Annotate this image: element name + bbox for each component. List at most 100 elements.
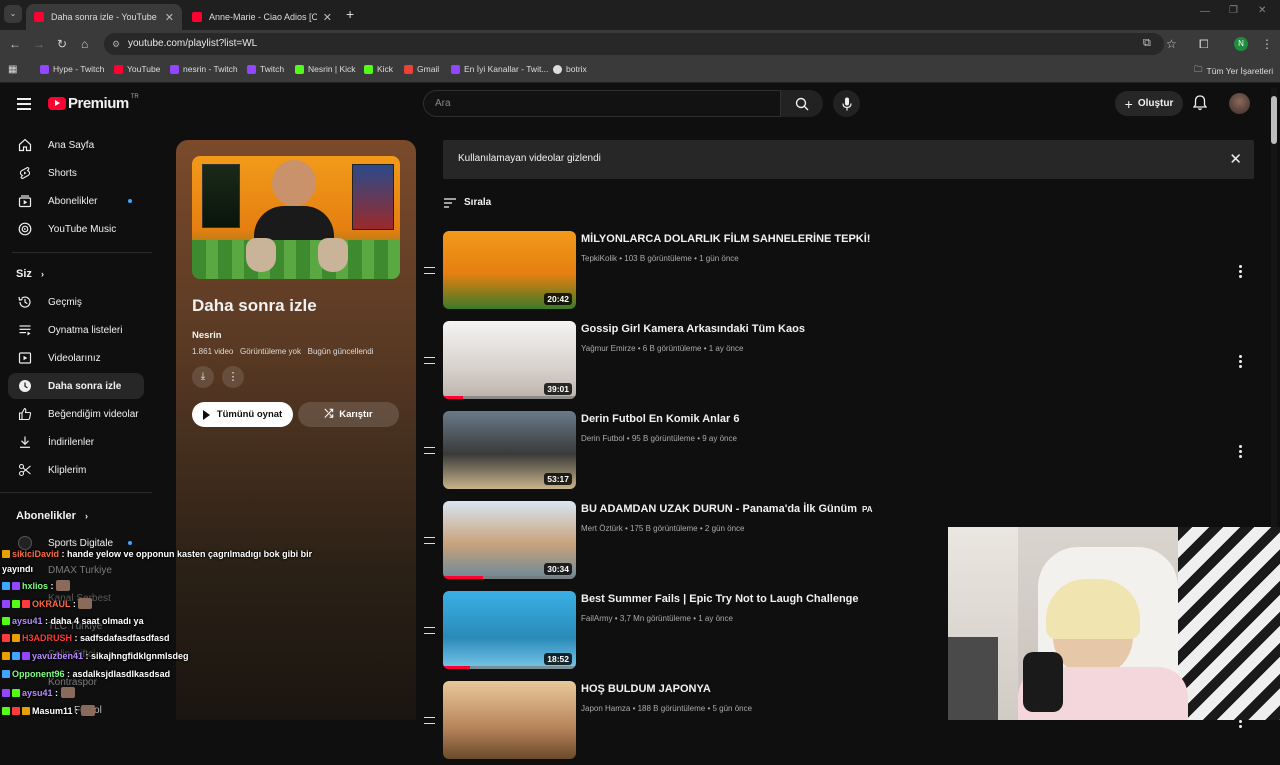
video-thumbnail[interactable]: 18:52	[443, 591, 576, 669]
youtube-premium-logo[interactable]: Premium TR	[48, 94, 139, 112]
search-button[interactable]	[781, 90, 823, 117]
drag-handle-icon[interactable]	[424, 267, 435, 274]
video-thumbnail[interactable]: 20:42	[443, 231, 576, 309]
bookmark-item[interactable]: Kick	[364, 64, 393, 74]
bookmark-item[interactable]: Hype - Twitch	[40, 64, 104, 74]
video-thumbnail[interactable]	[443, 681, 576, 759]
video-channel[interactable]: Japon Hamza	[581, 704, 630, 713]
sidebar-item-liked-videos[interactable]: Beğendiğim videolar	[8, 401, 144, 427]
bookmark-item[interactable]: Gmail	[404, 64, 439, 74]
sidebar-item-downloads[interactable]: İndirilenler	[8, 429, 144, 455]
bookmark-item[interactable]: Nesrin | Kick	[295, 64, 356, 74]
sidebar-item-history[interactable]: Geçmiş	[8, 289, 144, 315]
playlist-more-button[interactable]: ⋮	[222, 366, 244, 388]
back-icon[interactable]: ←	[9, 37, 21, 51]
voice-search-button[interactable]	[833, 90, 860, 117]
window-restore-icon[interactable]: ❐	[1229, 5, 1238, 16]
video-thumbnail[interactable]: 53:17	[443, 411, 576, 489]
scrollbar-thumb[interactable]	[1271, 96, 1277, 144]
video-channel[interactable]: TepkiKolik	[581, 254, 617, 263]
sort-button[interactable]: Sırala	[444, 197, 491, 208]
notifications-bell-icon[interactable]	[1192, 95, 1208, 114]
more-vert-icon[interactable]	[1239, 355, 1242, 370]
video-thumbnail[interactable]: 30:34	[443, 501, 576, 579]
hamburger-menu-icon[interactable]	[17, 98, 31, 110]
youtube-favicon-icon	[192, 12, 202, 22]
playlist-cover-image[interactable]	[192, 156, 400, 279]
video-title[interactable]: MİLYONLARCA DOLARLIK FİLM SAHNELERİNE TE…	[581, 233, 870, 245]
install-app-icon[interactable]: ⧉	[1143, 37, 1151, 50]
close-tab-icon[interactable]: ✕	[165, 11, 174, 24]
video-row[interactable]: 20:42 MİLYONLARCA DOLARLIK FİLM SAHNELERİ…	[422, 231, 1262, 315]
video-title[interactable]: Best Summer Fails | Epic Try Not to Laug…	[581, 593, 859, 605]
sidebar-item-youtube-music[interactable]: YouTube Music	[8, 216, 144, 242]
tab-search-button[interactable]: ⌄	[4, 5, 22, 23]
search-placeholder: Ara	[435, 98, 451, 109]
video-thumbnail[interactable]: 39:01	[443, 321, 576, 399]
shuffle-button[interactable]: ⤮ Karıştır	[298, 402, 399, 427]
chat-badge-icon	[2, 550, 10, 558]
video-channel[interactable]: Mert Öztürk	[581, 524, 623, 533]
sidebar-item-subscriptions[interactable]: Abonelikler	[8, 188, 144, 214]
browser-tab-active[interactable]: Daha sonra izle - YouTube ✕	[26, 4, 182, 30]
chat-badge-icon	[12, 582, 20, 590]
video-title[interactable]: Derin Futbol En Komik Anlar 6	[581, 413, 740, 425]
home-browser-icon[interactable]: ⌂	[81, 37, 88, 51]
more-vert-icon[interactable]	[1239, 445, 1242, 460]
bookmark-item[interactable]: YouTube	[114, 64, 160, 74]
sidebar-item-watch-later[interactable]: Daha sonra izle	[8, 373, 144, 399]
bookmark-item[interactable]: En İyi Kanallar - Twit...	[451, 64, 548, 74]
video-channel[interactable]: Yağmur Emirze	[581, 344, 636, 353]
reload-icon[interactable]: ↻	[57, 37, 67, 51]
more-vert-icon[interactable]	[1239, 265, 1242, 280]
you-section-heading[interactable]: Siz ›	[16, 268, 44, 280]
profile-avatar[interactable]: N	[1234, 37, 1248, 51]
bookmark-item[interactable]: nesrin - Twitch	[170, 64, 238, 74]
site-info-icon[interactable]: ⚙	[112, 33, 120, 55]
close-icon[interactable]: ✕	[1229, 150, 1242, 168]
drag-handle-icon[interactable]	[424, 717, 435, 724]
video-channel[interactable]: Derin Futbol	[581, 434, 625, 443]
play-all-button[interactable]: Tümünü oynat	[192, 402, 293, 427]
video-row[interactable]: 53:17 Derin Futbol En Komik Anlar 6 Derin …	[422, 411, 1262, 495]
playlist-owner[interactable]: Nesrin	[192, 330, 222, 341]
account-avatar[interactable]	[1229, 93, 1250, 114]
video-row[interactable]: 39:01 Gossip Girl Kamera Arkasındaki Tüm …	[422, 321, 1262, 405]
window-close-icon[interactable]: ✕	[1258, 5, 1266, 16]
apps-grid-icon[interactable]: ▦	[8, 64, 17, 75]
drag-handle-icon[interactable]	[424, 447, 435, 454]
sidebar-item-your-videos[interactable]: Videolarınız	[8, 345, 144, 371]
video-channel[interactable]: FailArmy	[581, 614, 613, 623]
bookmarks-folder[interactable]: 🗀 Tüm Yer İşaretleri	[1194, 64, 1273, 78]
browser-tab[interactable]: Anne-Marie - Ciao Adios [Offici ✕	[184, 4, 340, 30]
sort-icon	[444, 197, 456, 208]
create-button[interactable]: + Oluştur	[1115, 91, 1183, 116]
chat-username: OKRAUL	[32, 599, 71, 609]
bookmark-item[interactable]: botrix	[553, 64, 587, 74]
download-playlist-button[interactable]: ⤓	[192, 366, 214, 388]
video-views: 188 B görüntüleme	[637, 704, 706, 713]
video-title[interactable]: HOŞ BULDUM JAPONYA	[581, 683, 711, 695]
video-meta: Yağmur Emirze • 6 B görüntüleme • 1 ay ö…	[581, 344, 744, 353]
extensions-icon[interactable]: ⧠	[1199, 37, 1209, 52]
drag-handle-icon[interactable]	[424, 627, 435, 634]
subscriptions-section-heading[interactable]: Abonelikler ›	[16, 510, 88, 522]
search-input[interactable]: Ara	[423, 90, 781, 117]
drag-handle-icon[interactable]	[424, 357, 435, 364]
forward-icon[interactable]: →	[33, 37, 45, 51]
close-tab-icon[interactable]: ✕	[323, 11, 332, 24]
video-title[interactable]: Gossip Girl Kamera Arkasındaki Tüm Kaos	[581, 323, 805, 335]
sidebar-item-playlists[interactable]: Oynatma listeleri	[8, 317, 144, 343]
window-minimize-icon[interactable]: —	[1200, 6, 1210, 17]
new-tab-button[interactable]: +	[346, 6, 354, 22]
sidebar-item-clips[interactable]: Kliplerim	[8, 457, 144, 483]
address-bar[interactable]: ⚙ youtube.com/playlist?list=WL	[104, 33, 1164, 55]
video-title[interactable]: BU ADAMDAN UZAK DURUN - Panama'da İlk Gü…	[581, 503, 873, 515]
sidebar-item-home[interactable]: Ana Sayfa	[8, 132, 144, 158]
subscriptions-icon	[18, 194, 32, 208]
drag-handle-icon[interactable]	[424, 537, 435, 544]
browser-menu-icon[interactable]: ⋮	[1261, 37, 1273, 51]
bookmark-item[interactable]: Twitch	[247, 64, 284, 74]
sidebar-item-shorts[interactable]: Shorts	[8, 160, 144, 186]
bookmark-star-icon[interactable]: ☆	[1166, 37, 1177, 51]
